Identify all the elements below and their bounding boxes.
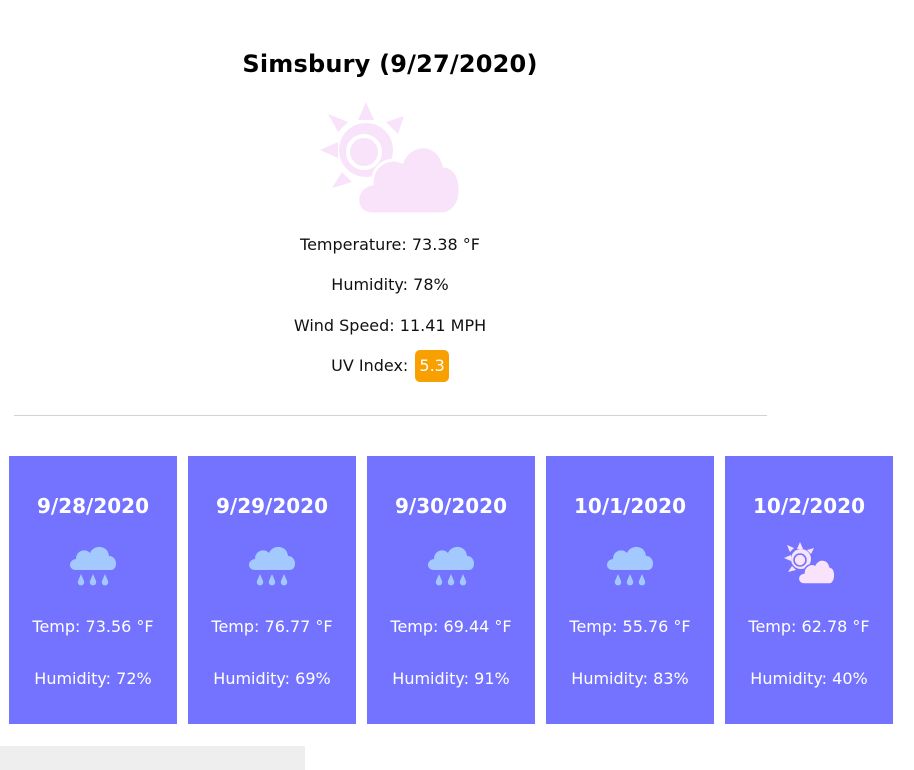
- forecast-card: 9/28/2020 Temp: 73.56 °F Humidity: 72%: [9, 456, 177, 724]
- forecast-temp: Temp: 76.77 °F: [211, 617, 333, 636]
- city-date-title: Simsbury (9/27/2020): [242, 50, 538, 78]
- temperature-stat: Temperature: 73.38 °F: [0, 235, 780, 254]
- forecast-date: 9/28/2020: [36, 494, 150, 518]
- sun-behind-cloud-icon: [320, 102, 462, 216]
- wind-speed-value: 11.41 MPH: [399, 316, 487, 335]
- forecast-date: 9/30/2020: [394, 494, 508, 518]
- forecast-date: 10/2/2020: [752, 494, 866, 518]
- forecast-temp: Temp: 62.78 °F: [748, 617, 870, 636]
- forecast-temp: Temp: 69.44 °F: [390, 617, 512, 636]
- sun-behind-cloud-icon: [784, 542, 834, 585]
- forecast-humidity: Humidity: 40%: [750, 669, 868, 688]
- wind-speed-label: Wind Speed:: [293, 316, 395, 335]
- forecast-date: 9/29/2020: [215, 494, 329, 518]
- rain-cloud-icon: [249, 546, 296, 586]
- uv-index-stat: UV Index: 5.3: [0, 350, 780, 382]
- forecast-humidity: Humidity: 91%: [392, 669, 510, 688]
- humidity-value: 78%: [413, 275, 449, 294]
- rain-cloud-icon: [428, 546, 475, 586]
- forecast-card: 10/1/2020 Temp: 55.76 °F Humidity: 83%: [546, 456, 714, 724]
- rain-cloud-icon: [70, 546, 117, 586]
- forecast-card: 10/2/2020 Temp: 62.78 °F Humidity: 40%: [725, 456, 893, 724]
- temperature-label: Temperature:: [300, 235, 407, 254]
- forecast-humidity: Humidity: 72%: [34, 669, 152, 688]
- current-weather-section: Simsbury (9/27/2020) Temperature: 73.38 …: [0, 0, 780, 420]
- forecast-humidity: Humidity: 69%: [213, 669, 331, 688]
- forecast-temp: Temp: 55.76 °F: [569, 617, 691, 636]
- forecast-card: 9/30/2020 Temp: 69.44 °F Humidity: 91%: [367, 456, 535, 724]
- horizontal-scrollbar[interactable]: [0, 746, 305, 770]
- uv-index-label: UV Index:: [331, 356, 409, 375]
- forecast-card: 9/29/2020 Temp: 76.77 °F Humidity: 69%: [188, 456, 356, 724]
- forecast-temp: Temp: 73.56 °F: [32, 617, 154, 636]
- humidity-label: Humidity:: [331, 275, 409, 294]
- temperature-value: 73.38 °F: [411, 235, 480, 254]
- humidity-stat: Humidity: 78%: [0, 275, 780, 294]
- section-divider: [14, 415, 767, 416]
- forecast-humidity: Humidity: 83%: [571, 669, 689, 688]
- forecast-date: 10/1/2020: [573, 494, 687, 518]
- wind-speed-stat: Wind Speed: 11.41 MPH: [0, 316, 780, 335]
- rain-cloud-icon: [607, 546, 654, 586]
- uv-index-badge: 5.3: [415, 350, 449, 382]
